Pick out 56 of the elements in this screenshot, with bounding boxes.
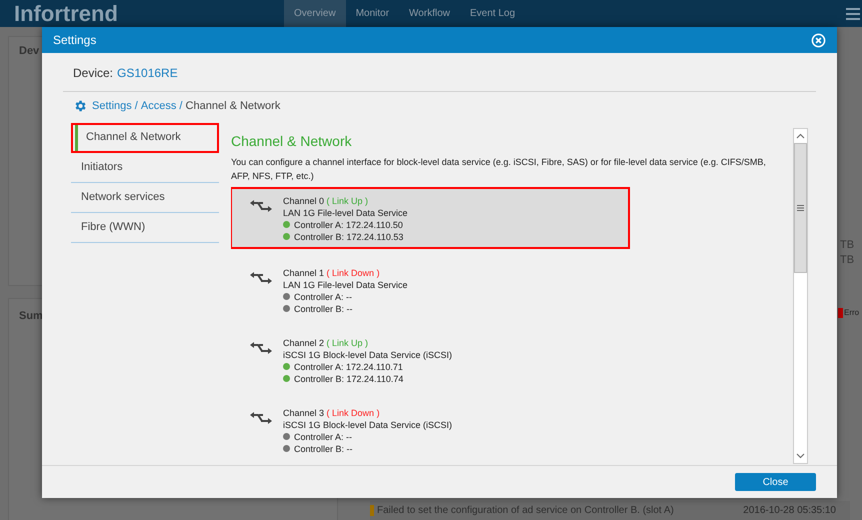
controller-address: Controller B: -- [294,302,353,314]
transfer-arrows-icon [250,340,274,354]
channel-status: ( Link Down ) [326,268,380,278]
nav-tab[interactable]: Monitor [346,0,400,27]
section-heading: Channel & Network [231,132,353,150]
breadcrumb-current: Channel & Network [186,99,280,114]
controller-address: Controller A: 172.24.110.71 [294,360,403,372]
channel-service: LAN 1G File-level Data Service [283,206,408,218]
panel-title: Sum [19,309,43,324]
breadcrumb-link[interactable]: Settings / [92,98,141,114]
controller-address: Controller B: 172.24.110.74 [294,372,404,384]
channel-status: ( Link Up ) [326,196,368,206]
sidebar-item[interactable]: Initiators [71,152,219,182]
channel-item[interactable]: Channel 1 ( Link Down ) LAN 1G File-level Data Service Controller A: -- Controller B: -- [232,260,632,318]
dialog-title: Settings [53,32,96,49]
channel-service: LAN 1G File-level Data Service [283,278,408,290]
panel-title: Dev [19,44,40,59]
settings-icon [73,99,87,114]
controller-address: Controller B: -- [294,442,353,454]
sidebar-item[interactable]: Channel & Network [71,122,219,152]
channel-name: Channel 1 [283,268,324,278]
legend-label: Erro [844,307,860,319]
menu-icon[interactable] [846,8,860,20]
channel-name: Channel 0 [283,196,324,206]
channel-status: ( Link Up ) [326,338,368,348]
transfer-arrows-icon [250,410,274,424]
channel-name: Channel 2 [283,338,324,348]
controller-address: Controller A: -- [294,290,352,302]
sidebar-item[interactable]: Fibre (WWN) [71,212,219,242]
transfer-arrows-icon [250,270,274,284]
sidebar-item[interactable]: Network services [71,182,219,212]
breadcrumb-link[interactable]: Access / [140,98,186,114]
grip-icon [797,204,804,210]
close-button[interactable]: Close [735,473,816,491]
channel-service: iSCSI 1G Block-level Data Service (iSCSI) [283,348,452,360]
channel-status: ( Link Down ) [326,408,380,418]
event-time: 2016-10-28 05:35:10 [743,504,836,518]
controller-address: Controller B: 172.24.110.53 [294,230,404,242]
channel-item[interactable]: Channel 0 ( Link Up ) LAN 1G File-level Data Service Controller A: 172.24.110.50 Controller B: 172.24.110.53 [231,186,630,248]
device-name: GS1016RE [117,65,178,82]
scroll-thumb[interactable] [794,142,807,272]
device-label: Device: [73,65,114,82]
scrollbar[interactable] [793,128,808,464]
channel-item[interactable]: Channel 2 ( Link Up ) iSCSI 1G Block-level Data Service (iSCSI) Controller A: 172.24.110.71 Controller B: 172.24.110.74 [232,330,632,388]
channel-service: iSCSI 1G Block-level Data Service (iSCSI) [283,418,452,430]
channel-item[interactable]: Channel 3 ( Link Down ) iSCSI 1G Block-level Data Service (iSCSI) Controller A: -- Controller B: -- [232,400,632,454]
transfer-arrows-icon [250,198,274,212]
logo: Infortrend [14,0,119,28]
channel-name: Channel 3 [283,408,324,418]
event-text: Failed to set the configuration of ad service on Controller B. (slot A) [377,504,674,518]
nav-tab[interactable]: Event Log [460,0,526,27]
nav-tab[interactable]: Workflow [399,0,460,27]
close-icon[interactable] [811,32,826,48]
controller-address: Controller A: 172.24.110.50 [294,218,403,230]
controller-address: Controller A: -- [294,430,352,442]
section-description: You can configure a channel interface for block-level data service (e.g. iSCSI, Fibre, SAS) or for file-level data service (e.g. CIFS/SMB, AFP, NFS, FTP, etc.) [231,156,767,182]
